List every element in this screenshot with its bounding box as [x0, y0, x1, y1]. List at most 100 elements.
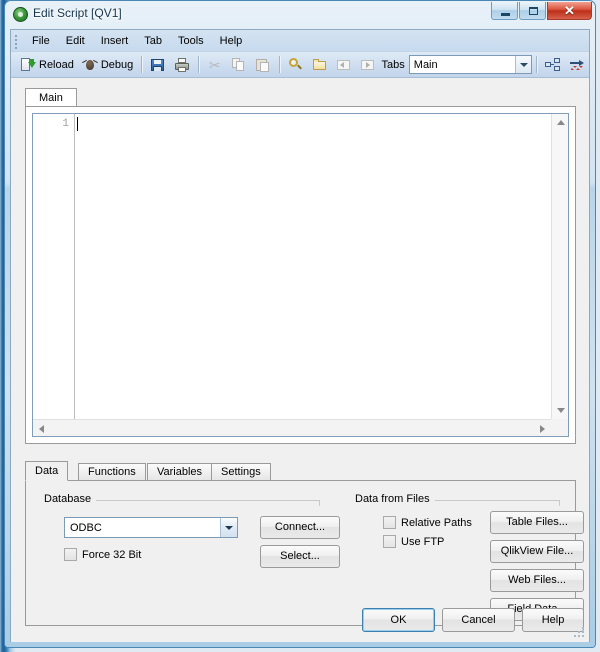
window-title: Edit Script [QV1]	[33, 6, 122, 20]
minimize-icon	[501, 13, 510, 16]
tab-variables[interactable]: Variables	[147, 463, 213, 481]
scroll-left-icon[interactable]	[39, 425, 44, 433]
database-group-title: Database	[44, 493, 97, 505]
reload-icon	[20, 57, 36, 73]
caption-button-group: ✕	[490, 2, 592, 20]
database-group-rule-end	[319, 500, 320, 506]
cancel-button[interactable]: Cancel	[442, 608, 515, 632]
database-group: Database ODBC Connect... Force 32 Bit Se…	[44, 493, 340, 586]
force-32bit-checkbox-row[interactable]: Force 32 Bit	[64, 548, 141, 561]
tabs-combo-label: Tabs	[381, 58, 405, 71]
tab-organize-icon	[545, 57, 561, 73]
data-from-files-group: Data from Files Relative Paths Use FTP T…	[355, 493, 584, 621]
organize-tabs-button[interactable]	[541, 54, 565, 76]
debug-bug-icon	[81, 57, 98, 73]
next-tab-button[interactable]	[356, 54, 380, 76]
code-text-area[interactable]	[76, 114, 551, 419]
menu-item-insert[interactable]: Insert	[93, 32, 137, 50]
script-tab-main[interactable]: Main	[25, 88, 77, 107]
syntax-check-icon	[569, 57, 585, 73]
paste-button[interactable]	[251, 54, 275, 76]
save-floppy-icon	[150, 57, 166, 73]
editor-horizontal-scrollbar[interactable]	[33, 419, 551, 436]
minimize-button[interactable]	[491, 2, 518, 20]
qlikview-logo-icon	[13, 7, 28, 22]
syntax-check-button[interactable]	[565, 54, 589, 76]
table-files-button[interactable]: Table Files...	[490, 511, 584, 534]
close-button[interactable]: ✕	[547, 2, 592, 20]
tab-settings[interactable]: Settings	[211, 463, 271, 481]
tab-data[interactable]: Data	[25, 461, 69, 481]
magnifier-icon	[288, 57, 304, 73]
connect-button[interactable]: Connect...	[260, 516, 340, 539]
printer-icon	[174, 57, 190, 73]
debug-button-label: Debug	[100, 58, 134, 71]
files-group-title: Data from Files	[355, 493, 435, 505]
toolbar-separator-4	[536, 56, 538, 73]
menu-item-tools[interactable]: Tools	[170, 32, 212, 50]
dialog-client-area: File Edit Insert Tab Tools Help Reload D…	[10, 29, 590, 642]
web-files-button[interactable]: Web Files...	[490, 569, 584, 592]
scroll-right-icon[interactable]	[540, 425, 545, 433]
line-number: 1	[62, 118, 69, 130]
maximize-icon	[529, 7, 538, 15]
qlikview-file-button[interactable]: QlikView File...	[490, 540, 584, 563]
menu-item-file[interactable]: File	[24, 32, 58, 50]
previous-tab-icon	[336, 57, 352, 73]
tabs-select[interactable]: Main	[408, 55, 533, 74]
script-editor-surface[interactable]: 1	[32, 113, 569, 437]
script-editor: 1	[25, 106, 576, 444]
debug-button[interactable]: Debug	[78, 54, 137, 76]
scissors-icon: ✂	[208, 56, 221, 73]
cut-button[interactable]: ✂	[203, 54, 227, 76]
use-ftp-checkbox-row[interactable]: Use FTP	[383, 535, 444, 548]
chevron-down-icon[interactable]	[220, 518, 237, 537]
toolbar: Reload Debug ✂ Tabs Main	[11, 52, 589, 78]
close-icon: ✕	[564, 3, 575, 18]
resize-grip[interactable]	[574, 627, 586, 639]
previous-tab-button[interactable]	[332, 54, 356, 76]
toolbar-separator-2	[198, 56, 199, 73]
scroll-down-icon[interactable]	[557, 408, 565, 413]
script-tab-strip: Main	[25, 88, 576, 107]
menu-grip-handle[interactable]	[15, 35, 18, 49]
chevron-down-icon[interactable]	[515, 56, 532, 73]
files-group-rule-end	[559, 500, 560, 506]
menu-item-help[interactable]: Help	[212, 32, 251, 50]
lower-tab-strip: Data Functions Variables Settings	[25, 461, 576, 481]
save-button[interactable]	[146, 54, 170, 76]
next-tab-icon	[360, 57, 376, 73]
connection-type-value: ODBC	[70, 521, 102, 534]
menu-item-tab[interactable]: Tab	[136, 32, 170, 50]
force-32bit-checkbox[interactable]	[64, 548, 77, 561]
connection-type-select[interactable]: ODBC	[64, 517, 238, 538]
reload-button-label: Reload	[39, 58, 74, 71]
copy-icon	[231, 57, 247, 73]
select-button[interactable]: Select...	[260, 545, 340, 568]
open-file-button[interactable]	[308, 54, 332, 76]
title-bar: Edit Script [QV1] ✕	[5, 1, 595, 29]
use-ftp-checkbox[interactable]	[383, 535, 396, 548]
force-32bit-label: Force 32 Bit	[82, 548, 142, 561]
toolbar-separator-3	[278, 56, 280, 73]
line-number-gutter: 1	[33, 114, 75, 436]
edit-script-window: Edit Script [QV1] ✕ File Edit Insert Tab…	[4, 0, 596, 648]
maximize-button[interactable]	[519, 2, 546, 20]
ok-button[interactable]: OK	[362, 608, 435, 632]
editor-vertical-scrollbar[interactable]	[551, 114, 568, 419]
relative-paths-checkbox-row[interactable]: Relative Paths	[383, 516, 472, 529]
scroll-up-icon[interactable]	[557, 120, 565, 125]
use-ftp-label: Use FTP	[401, 535, 445, 548]
menu-item-edit[interactable]: Edit	[58, 32, 93, 50]
tab-functions[interactable]: Functions	[78, 463, 146, 481]
reload-button[interactable]: Reload	[16, 54, 78, 76]
scrollbar-corner	[551, 419, 568, 436]
copy-button[interactable]	[227, 54, 251, 76]
paste-icon	[255, 57, 271, 73]
toolbar-separator-1	[141, 56, 143, 73]
relative-paths-checkbox[interactable]	[383, 516, 396, 529]
tabs-select-value: Main	[413, 58, 438, 71]
print-button[interactable]	[170, 54, 194, 76]
relative-paths-label: Relative Paths	[401, 516, 472, 529]
find-button[interactable]	[284, 54, 308, 76]
